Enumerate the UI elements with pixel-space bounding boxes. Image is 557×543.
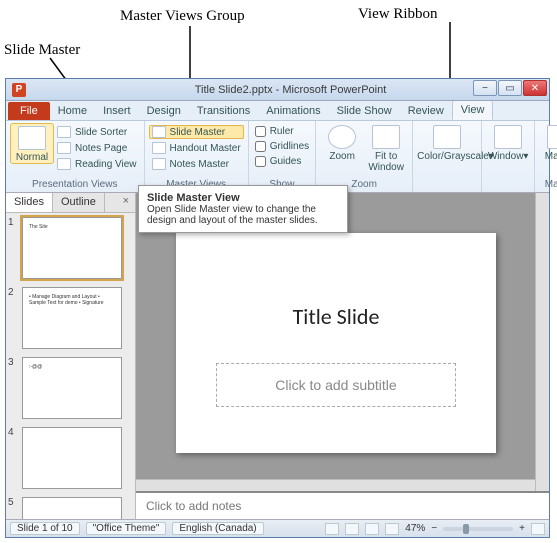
powerpoint-icon: P	[12, 83, 26, 97]
group-master-views: Slide Master Handout Master Notes Master…	[145, 121, 249, 192]
tooltip-title: Slide Master View	[147, 192, 240, 204]
gridlines-checkbox[interactable]: Gridlines	[253, 140, 311, 153]
tab-slide-show[interactable]: Slide Show	[329, 102, 400, 120]
tab-home[interactable]: Home	[50, 102, 95, 120]
status-theme: "Office Theme"	[86, 522, 167, 535]
normal-view-button[interactable]: Normal	[10, 123, 54, 164]
thumb-tab-outline[interactable]: Outline	[53, 193, 105, 212]
window-button[interactable]: Window▾	[486, 123, 530, 162]
view-slideshow-button[interactable]	[385, 523, 399, 535]
app-window: P Title Slide2.pptx - Microsoft PowerPoi…	[5, 78, 550, 538]
workspace: Slides Outline × 1 The Site 2 • Manage Diag…	[6, 193, 549, 519]
thumb-slide[interactable]: • Manage Diagram and Layout • Sample Tex…	[22, 287, 122, 349]
fit-window-icon	[372, 125, 400, 149]
chevron-down-icon: ▾	[523, 151, 528, 162]
view-reading-button[interactable]	[365, 523, 379, 535]
normal-view-icon	[18, 126, 46, 150]
fit-to-window-button[interactable]: Fit to Window	[364, 123, 408, 173]
view-normal-button[interactable]	[325, 523, 339, 535]
status-language[interactable]: English (Canada)	[172, 522, 263, 535]
thumb-slide[interactable]: The Site	[22, 217, 122, 279]
color-grayscale-icon	[433, 125, 461, 149]
slide-sorter-icon	[57, 126, 71, 138]
reading-view-icon	[57, 158, 71, 170]
group-presentation-views: Normal Slide Sorter Notes Page Reading V…	[6, 121, 145, 192]
thumb-row[interactable]: 4	[8, 427, 133, 489]
minimize-button[interactable]: −	[473, 80, 497, 96]
slide-master-button[interactable]: Slide Master	[149, 125, 244, 139]
view-sorter-button[interactable]	[345, 523, 359, 535]
thumbnail-panel: Slides Outline × 1 The Site 2 • Manage Diag…	[6, 193, 136, 519]
normal-view-label: Normal	[16, 152, 48, 163]
thumb-number: 3	[8, 357, 18, 368]
thumb-slide[interactable]	[22, 497, 122, 519]
thumb-slide[interactable]	[22, 427, 122, 489]
horizontal-scrollbar[interactable]	[136, 479, 535, 491]
notes-master-icon	[152, 158, 166, 170]
tab-transitions[interactable]: Transitions	[189, 102, 258, 120]
guides-checkbox[interactable]: Guides	[253, 155, 311, 168]
tooltip-body: Open Slide Master view to change the des…	[147, 204, 318, 226]
thumb-number: 2	[8, 287, 18, 298]
slide-subtitle-placeholder[interactable]: Click to add subtitle	[216, 363, 456, 407]
zoom-icon	[328, 125, 356, 149]
notes-page-icon	[57, 142, 71, 154]
group-window: Window▾	[482, 121, 535, 192]
thumb-row[interactable]: 2 • Manage Diagram and Layout • Sample Te…	[8, 287, 133, 349]
slide-master-tooltip: Slide Master View Open Slide Master view…	[138, 185, 348, 233]
maximize-button[interactable]: ▭	[498, 80, 522, 96]
thumb-number: 1	[8, 217, 18, 228]
notes-master-button[interactable]: Notes Master	[149, 157, 244, 171]
ribbon-tabs: File Home Insert Design Transitions Anim…	[6, 101, 549, 121]
thumb-panel-close[interactable]: ×	[117, 193, 135, 212]
tab-design[interactable]: Design	[139, 102, 189, 120]
thumb-row[interactable]: 1 The Site	[8, 217, 133, 279]
thumb-tab-slides[interactable]: Slides	[6, 193, 53, 212]
tab-review[interactable]: Review	[400, 102, 452, 120]
fit-slide-button[interactable]	[531, 523, 545, 535]
zoom-button[interactable]: Zoom	[320, 123, 364, 162]
thumb-slide[interactable]: :-@@	[22, 357, 122, 419]
notes-pane[interactable]: Click to add notes	[136, 491, 549, 519]
tab-file[interactable]: File	[8, 102, 50, 120]
slide-master-icon	[152, 126, 166, 138]
handout-master-icon	[152, 142, 166, 154]
group-label-macros: Macros	[539, 178, 557, 192]
group-zoom: Zoom Fit to Window Zoom	[316, 121, 413, 192]
zoom-out-button[interactable]: −	[431, 523, 437, 534]
slide-sorter-button[interactable]: Slide Sorter	[54, 125, 140, 139]
tab-animations[interactable]: Animations	[258, 102, 328, 120]
thumb-number: 5	[8, 497, 18, 508]
zoom-percent[interactable]: 47%	[405, 523, 425, 534]
macros-button[interactable]: Macros	[539, 123, 557, 162]
close-button[interactable]: ✕	[523, 80, 547, 96]
handout-master-button[interactable]: Handout Master	[149, 141, 244, 155]
macros-icon	[547, 125, 557, 149]
color-grayscale-button[interactable]: Color/Grayscale▾	[417, 123, 477, 162]
status-bar: Slide 1 of 10 "Office Theme" English (Ca…	[6, 519, 549, 537]
notes-page-button[interactable]: Notes Page	[54, 141, 140, 155]
tab-insert[interactable]: Insert	[95, 102, 139, 120]
status-slide: Slide 1 of 10	[10, 522, 80, 535]
slide-editor: Slide Master View Open Slide Master view…	[136, 193, 549, 519]
slide-canvas[interactable]: Title Slide Click to add subtitle	[176, 233, 496, 453]
group-show: Ruler Gridlines Guides Show	[249, 121, 316, 192]
slide-title[interactable]: Title Slide	[176, 303, 496, 330]
group-label-presentation-views: Presentation Views	[10, 178, 140, 192]
ribbon: Normal Slide Sorter Notes Page Reading V…	[6, 121, 549, 193]
group-color-grayscale: Color/Grayscale▾	[413, 121, 482, 192]
group-macros: Macros Macros	[535, 121, 557, 192]
zoom-in-button[interactable]: +	[519, 523, 525, 534]
zoom-slider[interactable]	[443, 527, 513, 531]
window-icon	[494, 125, 522, 149]
thumb-row[interactable]: 5	[8, 497, 133, 519]
thumb-number: 4	[8, 427, 18, 438]
vertical-scrollbar[interactable]	[535, 193, 549, 491]
thumb-row[interactable]: 3 :-@@	[8, 357, 133, 419]
reading-view-button[interactable]: Reading View	[54, 157, 140, 171]
tab-view[interactable]: View	[452, 100, 494, 120]
title-bar: P Title Slide2.pptx - Microsoft PowerPoi…	[6, 79, 549, 101]
ruler-checkbox[interactable]: Ruler	[253, 125, 311, 138]
